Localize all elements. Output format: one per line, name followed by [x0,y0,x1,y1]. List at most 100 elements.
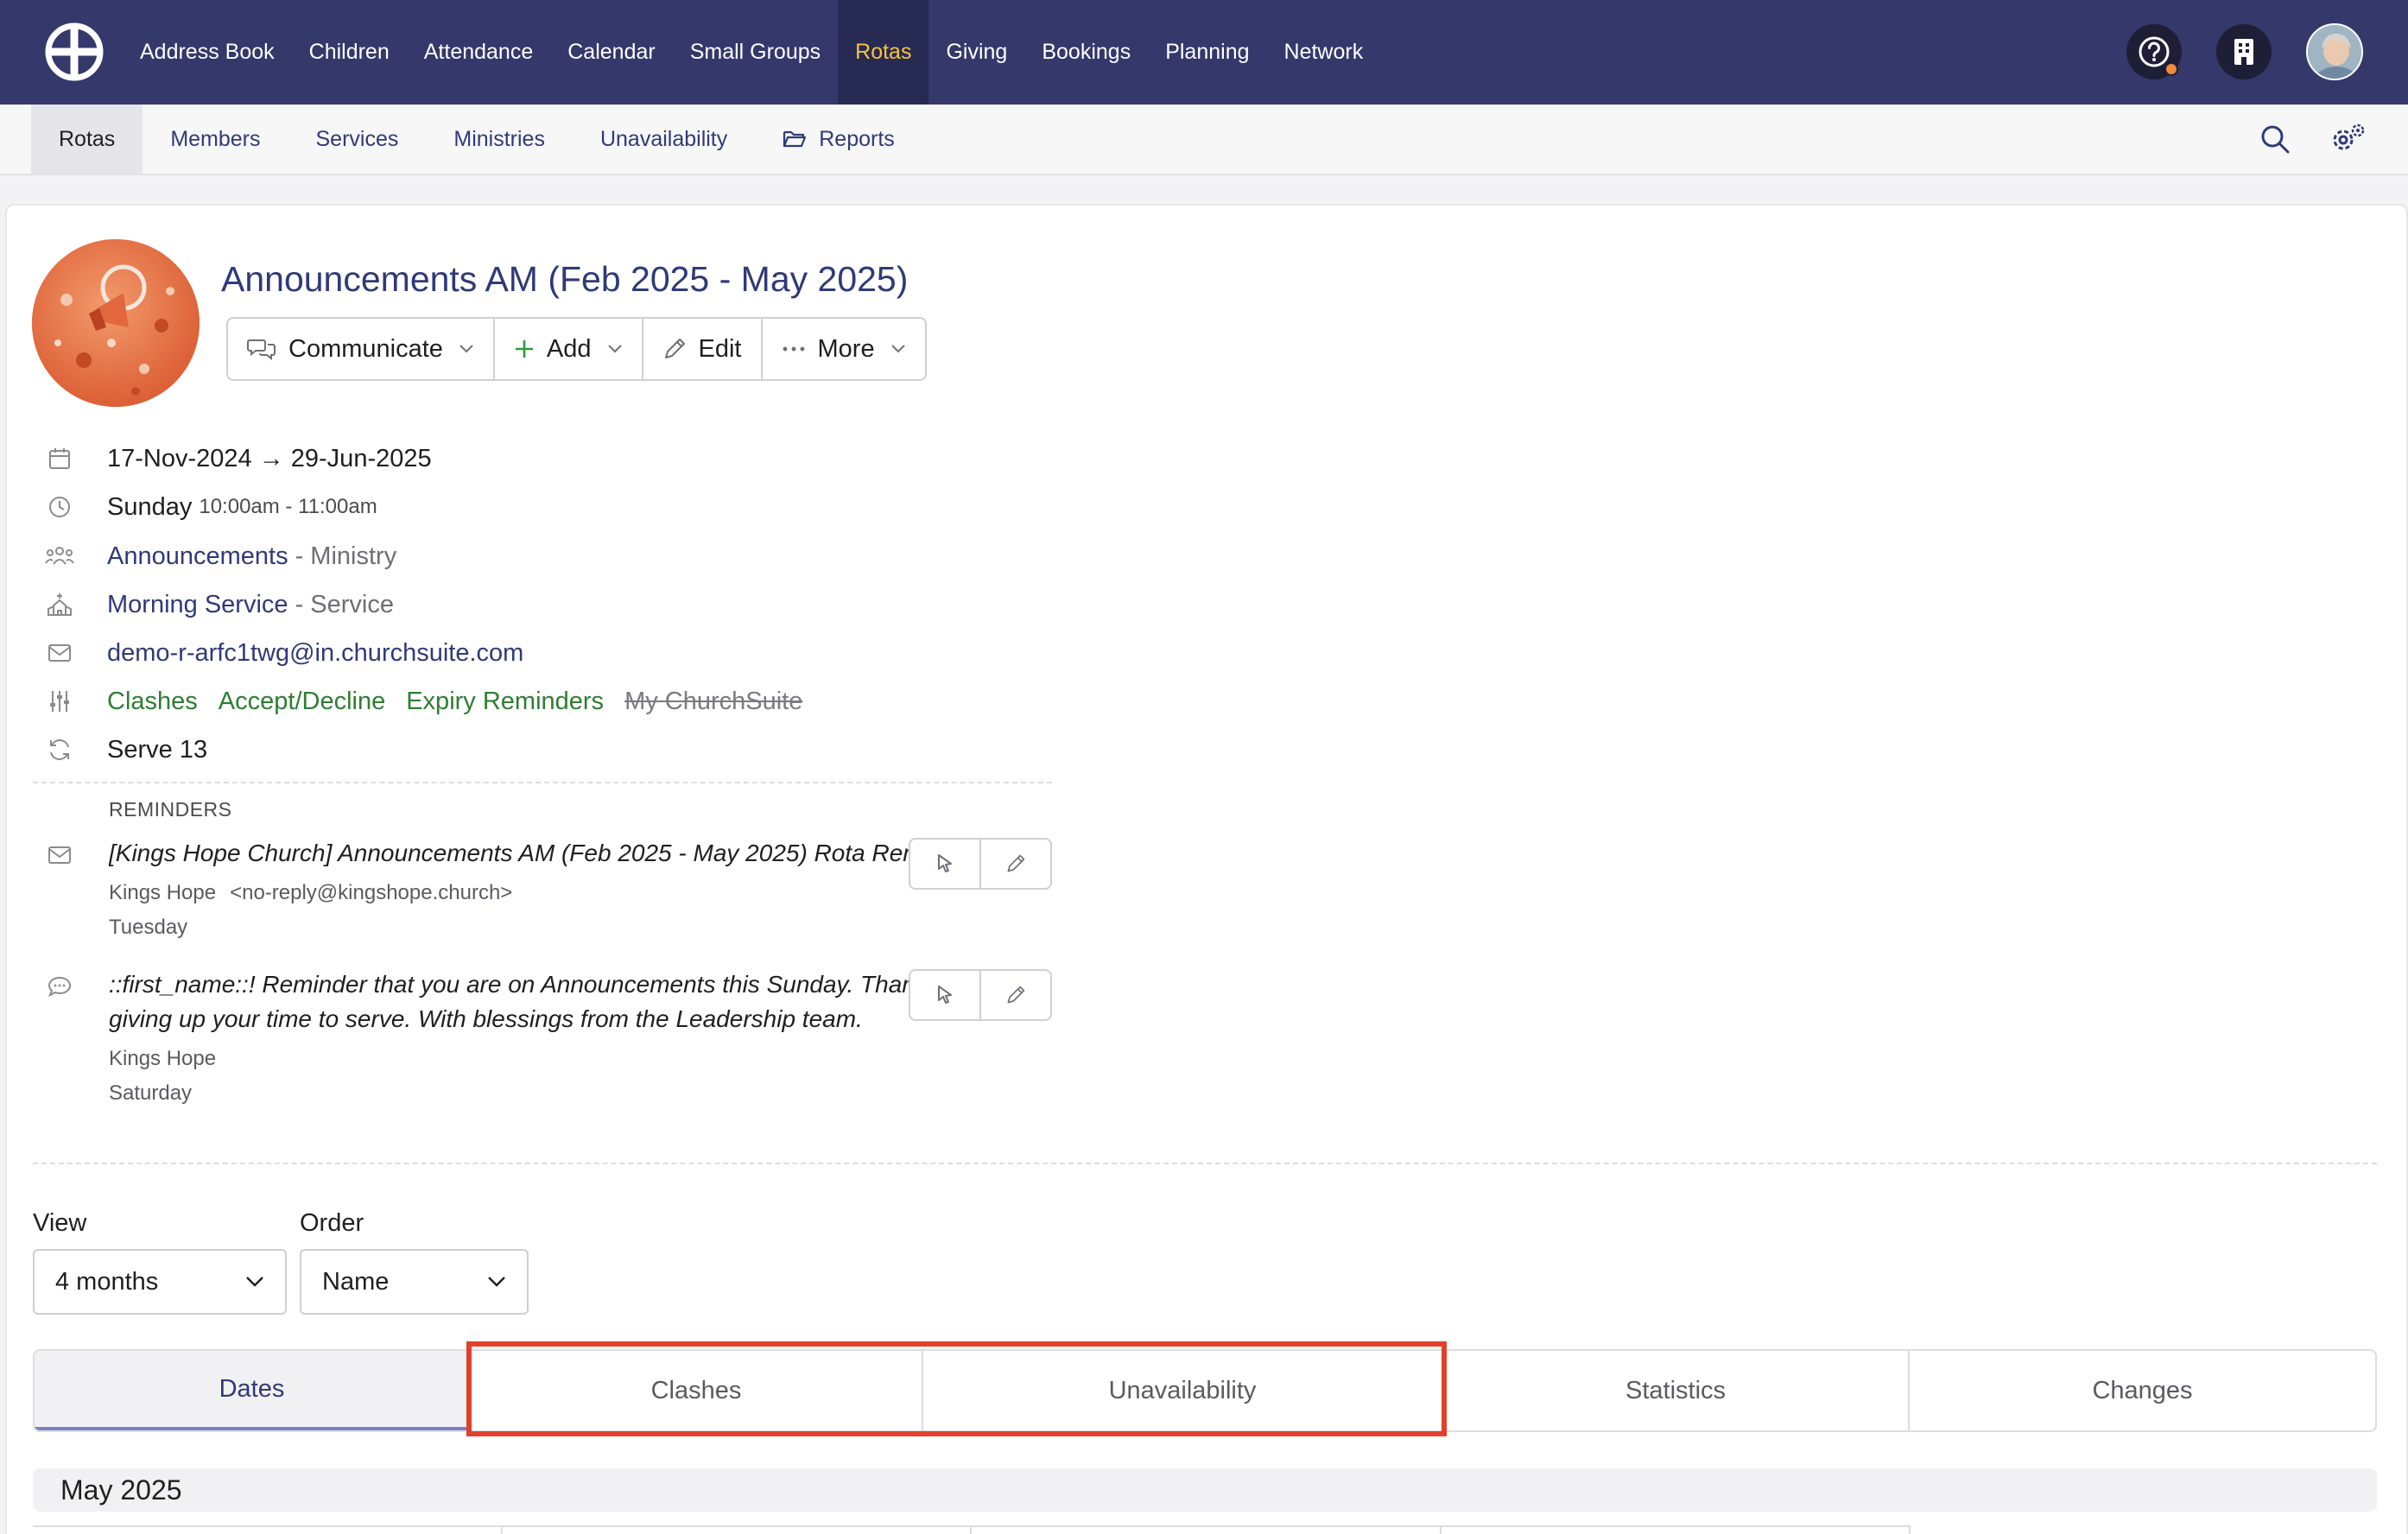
calendar-icon [45,444,74,473]
subnav-unavailability[interactable]: Unavailability [573,105,755,174]
reminder-email-subject: [Kings Hope Church] Announcements AM (Fe… [109,840,910,866]
rota-day: Sunday [107,492,193,521]
serve-row: Serve 13 [45,732,207,767]
rota-tabs: Dates Clashes Unavailability Statistics … [33,1349,2377,1432]
grid-column [1442,1527,1911,1534]
user-avatar[interactable] [2306,23,2363,80]
reminders-heading: REMINDERS [109,798,232,821]
subnav-reports-label: Reports [819,126,895,151]
reminder-sms-text-line2: giving up your time to serve. With bless… [109,1005,863,1032]
nav-calendar[interactable]: Calendar [550,0,672,105]
notification-dot-icon [2164,62,2178,76]
reminder-email-sender: Kings Hope <no-reply@kingshope.church> [109,881,512,905]
pencil-icon [664,339,685,358]
schedule-row: Sunday 10:00am - 11:00am [45,490,377,524]
chevron-down-icon [459,345,473,353]
nav-small-groups[interactable]: Small Groups [673,0,838,105]
ministry-row: Announcements - Ministry [45,539,396,574]
search-button[interactable] [2256,120,2294,158]
gears-icon [2333,124,2365,150]
reminder-email-actions [909,838,1052,890]
order-select[interactable]: Name [300,1249,529,1315]
reminder-email-day: Tuesday [109,916,188,939]
reminder-edit-button[interactable] [981,840,1050,888]
more-button[interactable]: More [763,319,925,379]
rota-email-link[interactable]: demo-r-arfc1twg@in.churchsuite.com [107,639,523,668]
cursor-icon [938,854,952,872]
people-group-icon [45,542,74,571]
dates-grid [33,1525,1911,1534]
edit-label: Edit [698,334,742,363]
rota-detail-card [5,204,2408,1534]
churchsuite-logo-icon[interactable] [45,22,104,81]
service-suffix: - Service [295,590,394,618]
tab-clashes[interactable]: Clashes [471,1351,923,1430]
reminder-sms-text-line1: ::first_name::! Reminder that you are on… [109,971,910,998]
nav-bookings[interactable]: Bookings [1024,0,1148,105]
rota-title: Announcements AM (Feb 2025 - May 2025) [221,259,909,299]
add-button[interactable]: Add [495,319,643,379]
subnav-rotas[interactable]: Rotas [31,105,143,174]
organisation-button[interactable] [2216,24,2272,79]
subnav-reports[interactable]: Reports [755,105,922,174]
settings-flags-row: Clashes Accept/Decline Expiry Reminders … [45,684,823,719]
chevron-down-icon [607,345,622,353]
building-icon [2234,39,2253,65]
tab-dates[interactable]: Dates [35,1351,471,1430]
reminder-sms-sender: Kings Hope [109,1047,217,1070]
reminder-sms-day: Saturday [109,1081,193,1105]
subnav-services[interactable]: Services [288,105,427,174]
subnav-members[interactable]: Members [143,105,288,174]
flag-clashes: Clashes [107,687,198,715]
edit-button[interactable]: Edit [643,319,763,379]
nav-address-book[interactable]: Address Book [123,0,292,105]
view-select-value: 4 months [55,1267,159,1296]
nav-network[interactable]: Network [1267,0,1381,105]
chevron-down-icon [488,1277,505,1287]
rota-time: 10:00am - 11:00am [199,495,377,518]
flag-accept-decline: Accept/Decline [218,687,386,715]
date-range: 17-Nov-2024 → 29-Jun-2025 [107,444,432,472]
nav-giving[interactable]: Giving [928,0,1024,105]
tab-changes[interactable]: Changes [1910,1351,2375,1430]
clock-icon [45,492,74,522]
communicate-button[interactable]: Communicate [228,319,495,379]
flag-my-churchsuite: My ChurchSuite [624,687,803,715]
add-label: Add [546,334,592,363]
reminder-preview-button[interactable] [910,840,981,888]
chevron-down-icon [246,1277,263,1287]
nav-attendance[interactable]: Attendance [407,0,551,105]
month-heading: May 2025 [33,1468,2377,1512]
plus-icon [515,340,533,358]
help-button[interactable] [2126,24,2182,79]
chevron-down-icon [890,345,905,353]
grid-column [503,1527,972,1534]
grid-column [33,1527,503,1534]
rota-image [32,239,200,407]
divider [33,782,1052,783]
speech-bubble-icon [45,972,74,1001]
view-select[interactable]: 4 months [33,1249,287,1315]
email-row: demo-r-arfc1twg@in.churchsuite.com [45,636,523,670]
tab-statistics[interactable]: Statistics [1443,1351,1910,1430]
date-range-row: 17-Nov-2024 → 29-Jun-2025 [45,441,432,476]
main-menu: Address Book Children Attendance Calenda… [123,0,1380,105]
settings-button[interactable] [2329,120,2367,158]
tab-unavailability[interactable]: Unavailability [923,1351,1443,1430]
nav-planning[interactable]: Planning [1148,0,1266,105]
ministry-link[interactable]: Announcements [107,542,288,571]
envelope-icon [45,840,74,870]
search-icon [2261,125,2290,154]
reminder-edit-button[interactable] [981,971,1050,1019]
pencil-icon [1007,986,1025,1004]
reminder-sms-actions [909,969,1052,1021]
service-link[interactable]: Morning Service [107,591,288,619]
pencil-icon [1007,854,1025,872]
nav-children[interactable]: Children [292,0,407,105]
reminder-sender-email: <no-reply@kingshope.church> [230,881,513,904]
flag-expiry-reminders: Expiry Reminders [406,687,605,715]
reminder-preview-button[interactable] [910,971,981,1019]
subnav-ministries[interactable]: Ministries [426,105,573,174]
sliders-icon [45,687,74,716]
nav-rotas[interactable]: Rotas [838,0,929,105]
